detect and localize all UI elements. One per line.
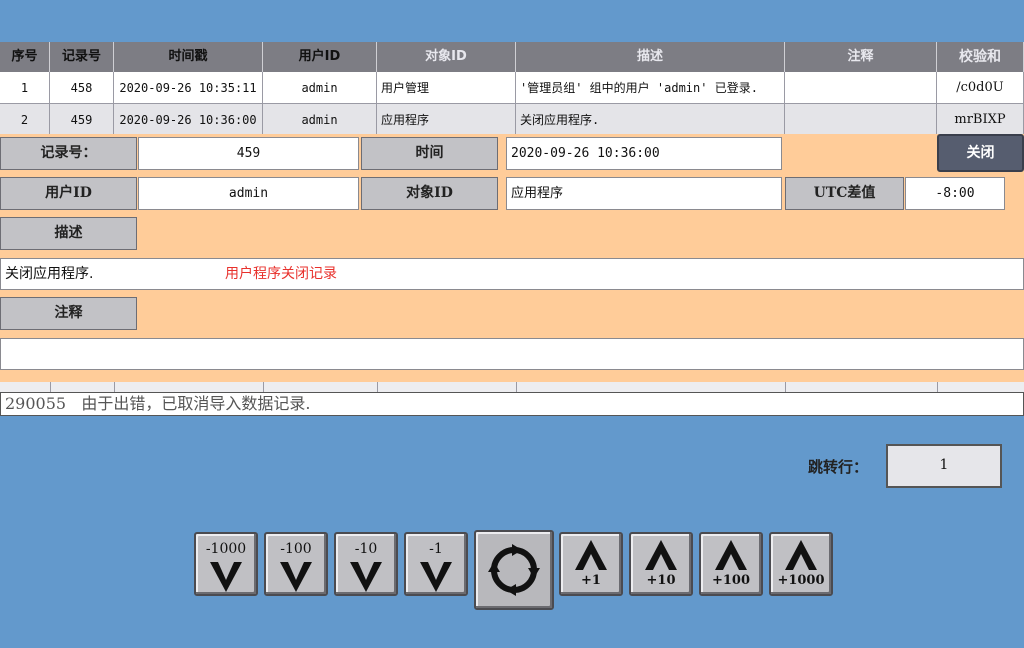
table-header: 序号 记录号 时间戳 用户ID 对象ID 描述 注释 校验和 <box>0 42 1024 72</box>
page-up-1000-button[interactable]: +1000 <box>769 532 833 596</box>
utc-value: -8:00 <box>905 177 1005 210</box>
cell-description: 关闭应用程序. <box>516 104 785 136</box>
arrow-down-icon <box>280 562 312 592</box>
arrow-up-icon <box>575 540 607 570</box>
cell-index: 2 <box>0 104 50 136</box>
page-down-100-button[interactable]: -100 <box>264 532 328 596</box>
page-down-1000-button[interactable]: -1000 <box>194 532 258 596</box>
description-label: 描述 <box>0 217 137 250</box>
refresh-button[interactable] <box>474 530 554 610</box>
page-up-10-button[interactable]: +10 <box>629 532 693 596</box>
arrow-down-icon <box>210 562 242 592</box>
page-up-100-button[interactable]: +100 <box>699 532 763 596</box>
arrow-up-icon <box>715 540 747 570</box>
col-comment[interactable]: 注释 <box>785 42 937 72</box>
cell-timestamp: 2020-09-26 10:35:11 <box>114 72 263 104</box>
arrow-up-icon <box>785 540 817 570</box>
comment-field[interactable] <box>0 338 1024 370</box>
object-label: 对象ID <box>361 177 498 210</box>
record-label: 记录号： <box>0 137 137 170</box>
cell-checksum: /c0d0U <box>937 72 1024 104</box>
user-value: admin <box>138 177 359 210</box>
user-label: 用户ID <box>0 177 137 210</box>
refresh-icon <box>488 544 540 596</box>
cell-user: admin <box>263 72 377 104</box>
col-record[interactable]: 记录号 <box>50 42 114 72</box>
table-row-partial <box>0 382 1024 392</box>
utc-label: UTC差值 <box>785 177 904 210</box>
description-field[interactable]: 关闭应用程序. 用户程序关闭记录 <box>0 258 1024 290</box>
cell-timestamp: 2020-09-26 10:36:00 <box>114 104 263 136</box>
arrow-down-icon <box>350 562 382 592</box>
time-value: 2020-09-26 10:36:00 <box>506 137 782 170</box>
alarm-message: 290055 由于出错，已取消导入数据记录. <box>0 392 1024 416</box>
jump-label: 跳转行： <box>808 458 869 476</box>
description-value: 关闭应用程序. <box>5 266 94 282</box>
object-value: 应用程序 <box>506 177 782 210</box>
page-up-1-button[interactable]: +1 <box>559 532 623 596</box>
cell-object: 应用程序 <box>377 104 516 136</box>
page-down-1-button[interactable]: -1 <box>404 532 468 596</box>
jump-row-input[interactable]: 1 <box>886 444 1002 488</box>
table-row[interactable]: 1 458 2020-09-26 10:35:11 admin 用户管理 '管理… <box>0 72 1024 104</box>
table-row[interactable]: 2 459 2020-09-26 10:36:00 admin 应用程序 关闭应… <box>0 104 1024 136</box>
record-value: 459 <box>138 137 359 170</box>
col-description[interactable]: 描述 <box>516 42 785 72</box>
arrow-up-icon <box>645 540 677 570</box>
cell-record: 458 <box>50 72 114 104</box>
time-label: 时间 <box>361 137 498 170</box>
cell-description: '管理员组' 组中的用户 'admin' 已登录. <box>516 72 785 104</box>
cell-user: admin <box>263 104 377 136</box>
cell-object: 用户管理 <box>377 72 516 104</box>
page-down-10-button[interactable]: -10 <box>334 532 398 596</box>
col-timestamp[interactable]: 时间戳 <box>114 42 263 72</box>
col-index[interactable]: 序号 <box>0 42 50 72</box>
comment-label: 注释 <box>0 297 137 330</box>
arrow-down-icon <box>420 562 452 592</box>
description-note: 用户程序关闭记录 <box>225 266 337 282</box>
cell-comment <box>785 104 937 136</box>
col-object[interactable]: 对象ID <box>377 42 516 72</box>
col-user[interactable]: 用户ID <box>263 42 377 72</box>
cell-comment <box>785 72 937 104</box>
cell-record: 459 <box>50 104 114 136</box>
cell-checksum: mrBIXP <box>937 104 1024 136</box>
cell-index: 1 <box>0 72 50 104</box>
close-button[interactable]: 关闭 <box>937 134 1024 172</box>
col-checksum[interactable]: 校验和 <box>937 42 1024 72</box>
